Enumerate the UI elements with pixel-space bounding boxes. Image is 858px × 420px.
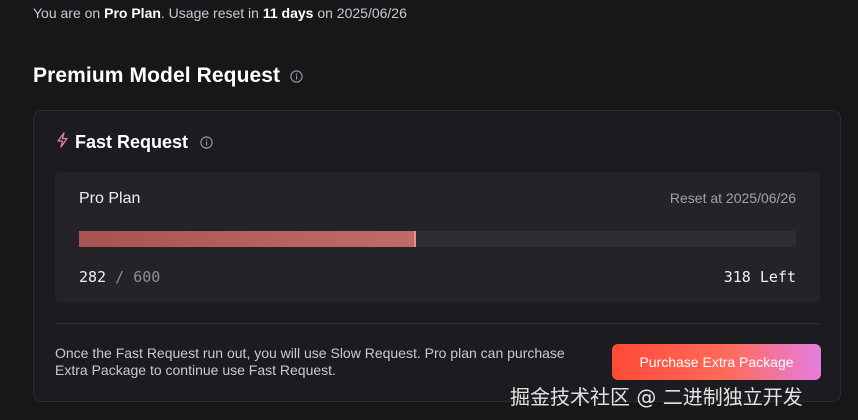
divider [55,323,820,324]
purchase-extra-package-button[interactable]: Purchase Extra Package [612,344,821,380]
info-icon[interactable] [290,69,303,83]
usage-separator: / [115,268,125,286]
lightning-icon [56,132,69,153]
usage-reset-date: Reset at 2025/06/26 [669,190,796,206]
fast-request-header: Fast Request [56,132,213,153]
plan-status-suffix: on 2025/06/26 [313,5,407,21]
watermark-text: 掘金技术社区 @ 二进制独立开发 [510,385,803,409]
plan-status-middle: . Usage reset in [160,5,263,21]
premium-model-request-header: Premium Model Request [33,64,303,88]
usage-progress-fill [79,231,416,247]
usage-used: 282 [79,268,107,286]
plan-name: Pro Plan [104,5,161,21]
fast-request-card: Fast Request Pro Plan Reset at 2025/06/2… [33,110,841,402]
usage-box: Pro Plan Reset at 2025/06/26 282 / 600 3… [55,172,820,303]
fast-request-title: Fast Request [75,132,189,152]
info-icon[interactable] [200,136,213,149]
reset-days: 11 days [262,5,314,21]
usage-remaining: 318 Left [723,268,796,286]
plan-status-line: You are on Pro Plan. Usage reset in 11 d… [33,5,407,21]
usage-progress-bar [79,231,796,247]
plan-status-prefix: You are on [33,5,105,21]
section-title: Premium Model Request [33,64,281,87]
usage-total: 600 [133,268,161,286]
fast-request-explanation: Once the Fast Request run out, you will … [55,345,565,378]
usage-count: 282 / 600 [79,268,160,286]
usage-plan-name: Pro Plan [79,190,141,207]
